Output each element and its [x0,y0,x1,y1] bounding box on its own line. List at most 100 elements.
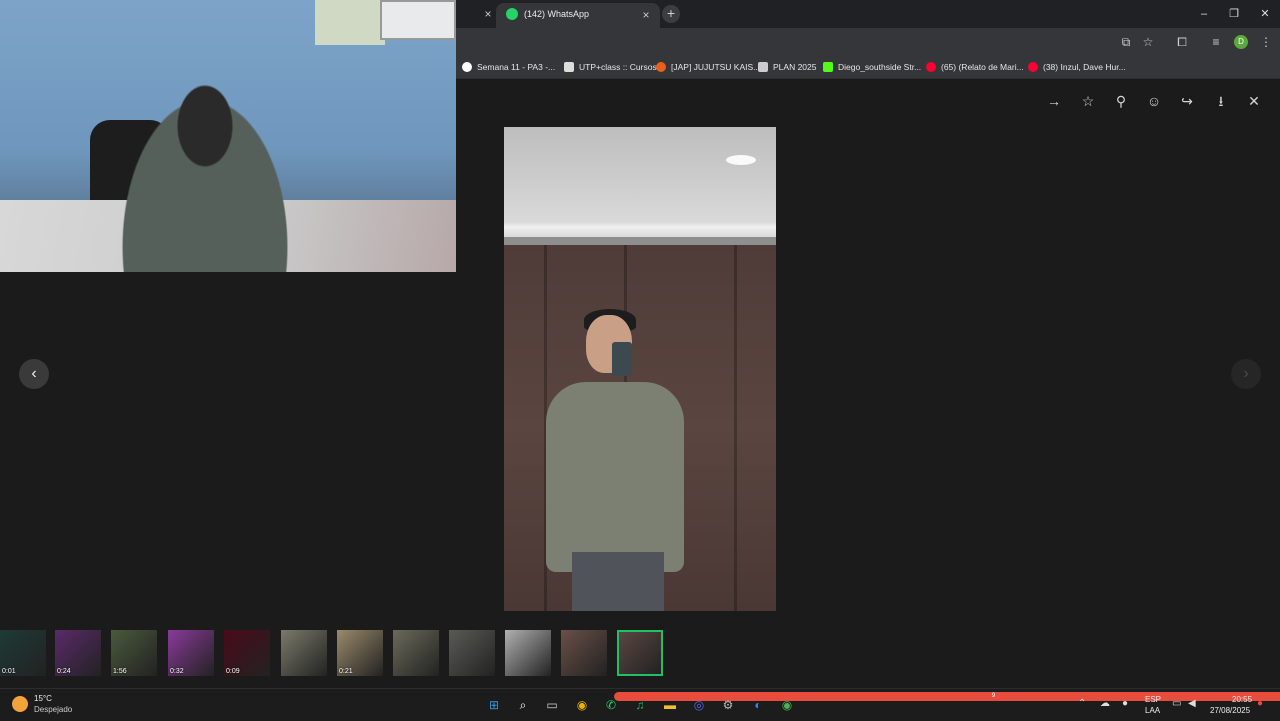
thumbnail-duration: 0:32 [170,668,184,675]
volume-icon[interactable]: ◀ [1188,698,1196,709]
emoji-icon[interactable]: ☺ [1145,92,1163,110]
menu-icon[interactable]: ⋮ [1258,34,1274,50]
thumbnail-duration: 1:56 [113,668,127,675]
search-icon[interactable]: ⌕ [514,696,532,714]
star-icon[interactable]: ☆ [1079,92,1097,110]
bookmark-label: Semana 11 - PA3 -... [477,62,556,72]
thumbnail[interactable] [449,630,495,676]
bookmark-label: UTP+class :: Cursos [579,62,657,72]
photo-jeans [572,552,664,611]
photo-phone [612,342,632,376]
webcam-whiteboard [380,0,456,40]
photo-ceiling-light [726,155,756,165]
bookmark-favicon-icon [758,62,768,72]
tab-close-icon[interactable]: × [638,7,654,23]
bookmark-label: PLAN 2025 [773,62,817,72]
close-icon[interactable]: ✕ [1245,92,1263,110]
bookmark-item[interactable]: Diego_southside Str... [823,60,921,74]
profile-avatar[interactable]: D [1234,35,1248,49]
thumbnail-duration: 0:09 [226,668,240,675]
tab-title: (142) WhatsApp [524,9,590,19]
bookmark-item[interactable]: (65) (Relato de Mari... [926,60,1024,74]
minimize-button[interactable]: – [1196,6,1212,22]
whatsapp-favicon-icon [506,8,518,20]
install-app-icon[interactable]: ⧉ [1118,34,1134,50]
bookmark-item[interactable]: (38) Inzul, Dave Hur... [1028,60,1126,74]
youtube-favicon-icon [1028,62,1038,72]
task-view-icon[interactable]: ▭ [543,696,561,714]
thumbnail[interactable] [393,630,439,676]
youtube-favicon-icon [926,62,936,72]
microphone-icon[interactable]: ● [1122,698,1128,709]
show-hidden-icons-icon[interactable]: ⌃ [1078,698,1086,709]
bookmarks-bar: Semana 11 - PA3 -... UTP+class :: Cursos… [456,56,1280,79]
bookmark-favicon-icon [823,62,833,72]
bookmark-label: (65) (Relato de Mari... [941,62,1024,72]
thumbnail[interactable]: 0:32 [168,630,214,676]
prev-tab-close-icon[interactable]: × [480,6,496,22]
new-tab-button[interactable]: + [662,5,680,23]
thumbnail[interactable]: 1:56 [111,630,157,676]
file-explorer-icon[interactable]: ▬ [661,696,679,714]
network-icon[interactable]: ▭ [1172,698,1181,709]
next-media-button[interactable]: › [1231,359,1261,389]
input-layout[interactable]: LAA [1145,706,1160,715]
clock-date[interactable]: 27/08/2025 [1210,706,1250,715]
chrome-profile-icon[interactable]: ◉ [778,696,796,714]
webcam-overlay [0,0,456,272]
bookmark-item[interactable]: [JAP] JUJUTSU KAIS... [656,60,760,74]
media-photo[interactable] [504,127,776,611]
notification-bell-icon[interactable]: ● [1257,698,1263,709]
settings-icon[interactable]: ⚙ [719,696,737,714]
share-icon[interactable]: ↪ [1178,92,1196,110]
bookmark-label: [JAP] JUJUTSU KAIS... [671,62,761,72]
forward-arrow-icon[interactable]: → [1045,92,1063,110]
browser-toolbar: ⧉ ☆ ⧠ ≡ ⋮ [456,28,1280,56]
clock-time[interactable]: 20:55 [1232,695,1252,704]
photo-curtain-fold [734,245,737,611]
webcam-shelf [315,0,385,45]
weather-temperature[interactable]: 15°C [34,694,52,703]
thumbnail[interactable]: 0:09 [224,630,270,676]
bookmark-label: (38) Inzul, Dave Hur... [1043,62,1126,72]
photo-hoodie [546,382,684,572]
bookmark-item[interactable]: PLAN 2025 [758,60,816,74]
tab-whatsapp[interactable]: (142) WhatsApp × [496,3,660,28]
download-icon[interactable]: ⭳ [1212,92,1230,110]
weather-icon[interactable] [12,696,28,712]
thumbnail[interactable] [281,630,327,676]
thumbnail-duration: 0:01 [2,668,16,675]
pin-icon[interactable]: ⚲ [1112,92,1130,110]
spotify-icon[interactable]: ♫ [631,696,649,714]
weather-description[interactable]: Despejado [34,705,72,714]
bookmark-favicon-icon [462,62,472,72]
bookmark-star-icon[interactable]: ☆ [1140,34,1156,50]
input-language[interactable]: ESP [1145,695,1161,704]
webcam-person [100,60,310,272]
thumbnail[interactable]: 0:21 [337,630,383,676]
chrome-icon[interactable]: ◉ [573,696,591,714]
taskbar: 15°C Despejado ⊞⌕▭◉✆5♫▬◎9⚙◐◉ ⌃ ☁ ● ESP L… [0,688,1280,721]
onedrive-icon[interactable]: ☁ [1100,698,1110,709]
bookmark-favicon-icon [564,62,574,72]
thumbnail[interactable] [561,630,607,676]
start-icon[interactable]: ⊞ [485,696,503,714]
thumbnail[interactable]: 0:01 [0,630,46,676]
edge-icon[interactable]: ◐ [749,696,767,714]
previous-media-button[interactable]: ‹ [19,359,49,389]
photo-curtain-rod [504,237,776,245]
thumbnail-duration: 0:21 [339,668,353,675]
maximize-button[interactable]: ❐ [1226,6,1242,22]
thumbnail-strip: 0:01 0:24 1:56 0:32 0:09 0:21 [0,628,680,678]
window-close-button[interactable]: ✕ [1257,6,1273,22]
thumbnail[interactable] [505,630,551,676]
thumbnail-duration: 0:24 [57,668,71,675]
bookmark-item[interactable]: Semana 11 - PA3 -... [462,60,555,74]
extensions-icon[interactable]: ⧠ [1174,34,1190,50]
thumbnail[interactable]: 0:24 [55,630,101,676]
thumbnail-selected[interactable] [617,630,663,676]
bookmark-label: Diego_southside Str... [838,62,922,72]
media-control-icon[interactable]: ≡ [1208,34,1224,50]
bookmark-favicon-icon [656,62,666,72]
bookmark-item[interactable]: UTP+class :: Cursos [564,60,657,74]
